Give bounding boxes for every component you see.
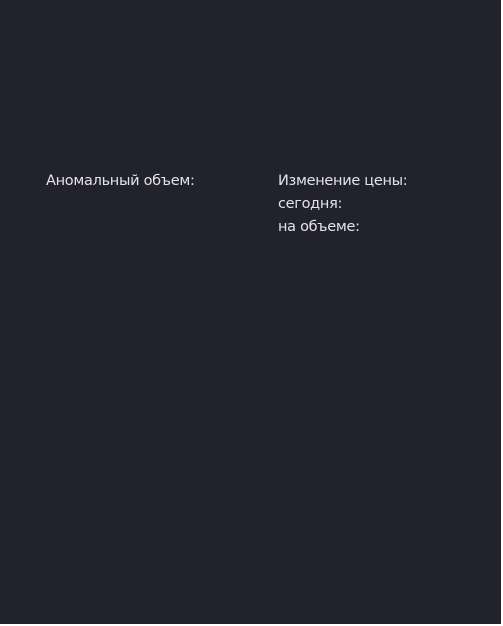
today-label: сегодня: — [278, 196, 343, 212]
price-change-column: Изменение цены: сегодня: на объеме: — [278, 173, 408, 242]
price-change-label: Изменение цены: — [278, 173, 408, 189]
anomalous-volume-column: Аномальный объем: — [46, 173, 195, 196]
anomalous-volume-panel: Аномальный объем: Изменение цены: сегодн… — [0, 0, 503, 626]
anomalous-volume-label: Аномальный объем: — [46, 173, 195, 189]
on-volume-label: на объеме: — [278, 219, 360, 235]
